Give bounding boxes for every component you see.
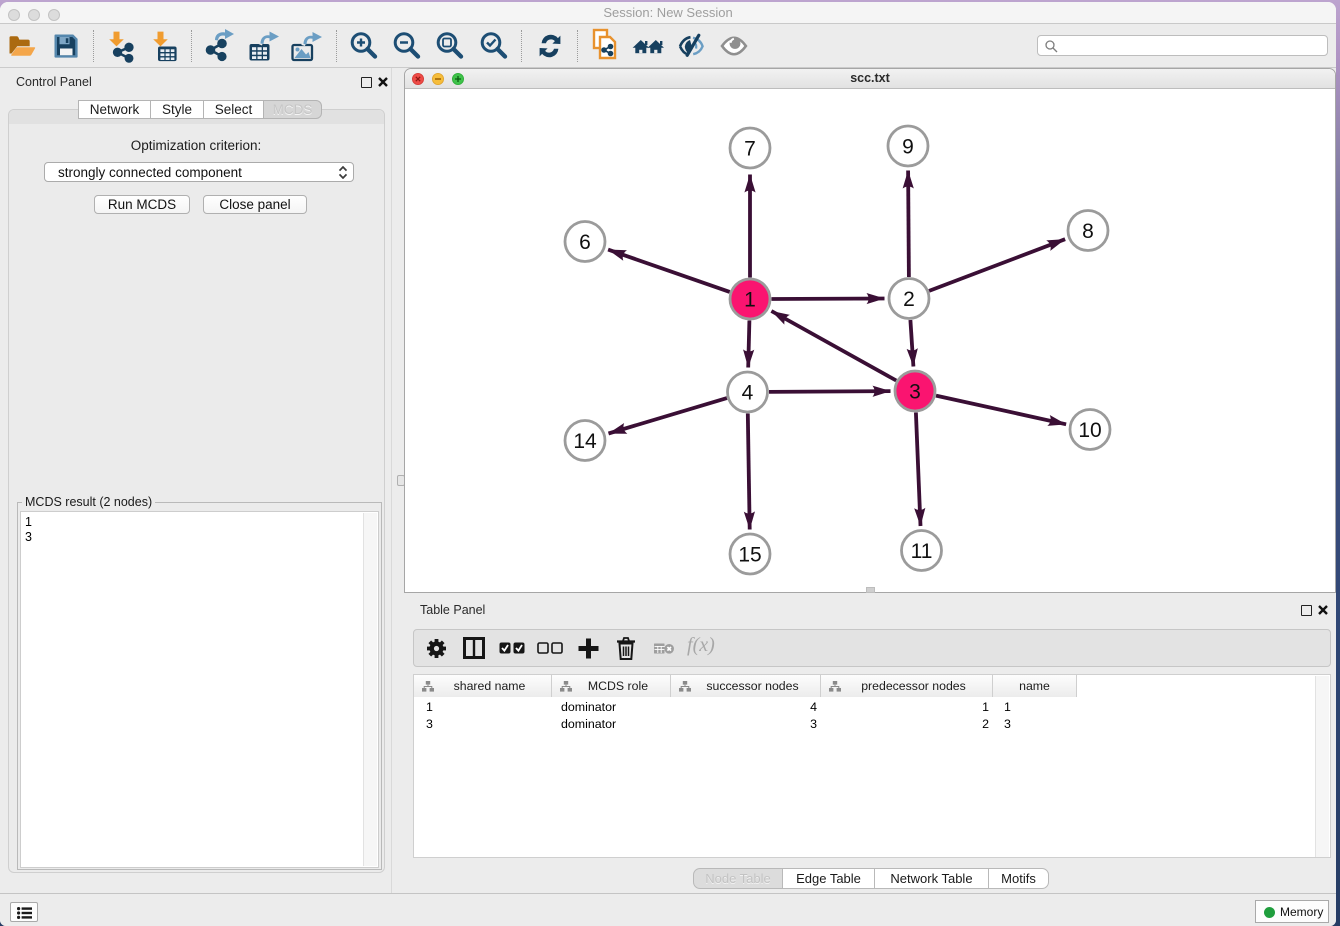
svg-text:9: 9 [902, 136, 914, 159]
svg-text:15: 15 [738, 544, 761, 567]
svg-text:7: 7 [744, 138, 756, 161]
svg-text:4: 4 [742, 382, 754, 405]
svg-text:10: 10 [1078, 419, 1101, 442]
svg-text:8: 8 [1082, 220, 1094, 243]
svg-text:2: 2 [903, 288, 915, 311]
svg-text:11: 11 [911, 540, 933, 563]
svg-text:1: 1 [744, 289, 756, 312]
svg-text:6: 6 [579, 231, 591, 254]
svg-text:3: 3 [909, 381, 921, 404]
svg-text:14: 14 [573, 430, 597, 453]
